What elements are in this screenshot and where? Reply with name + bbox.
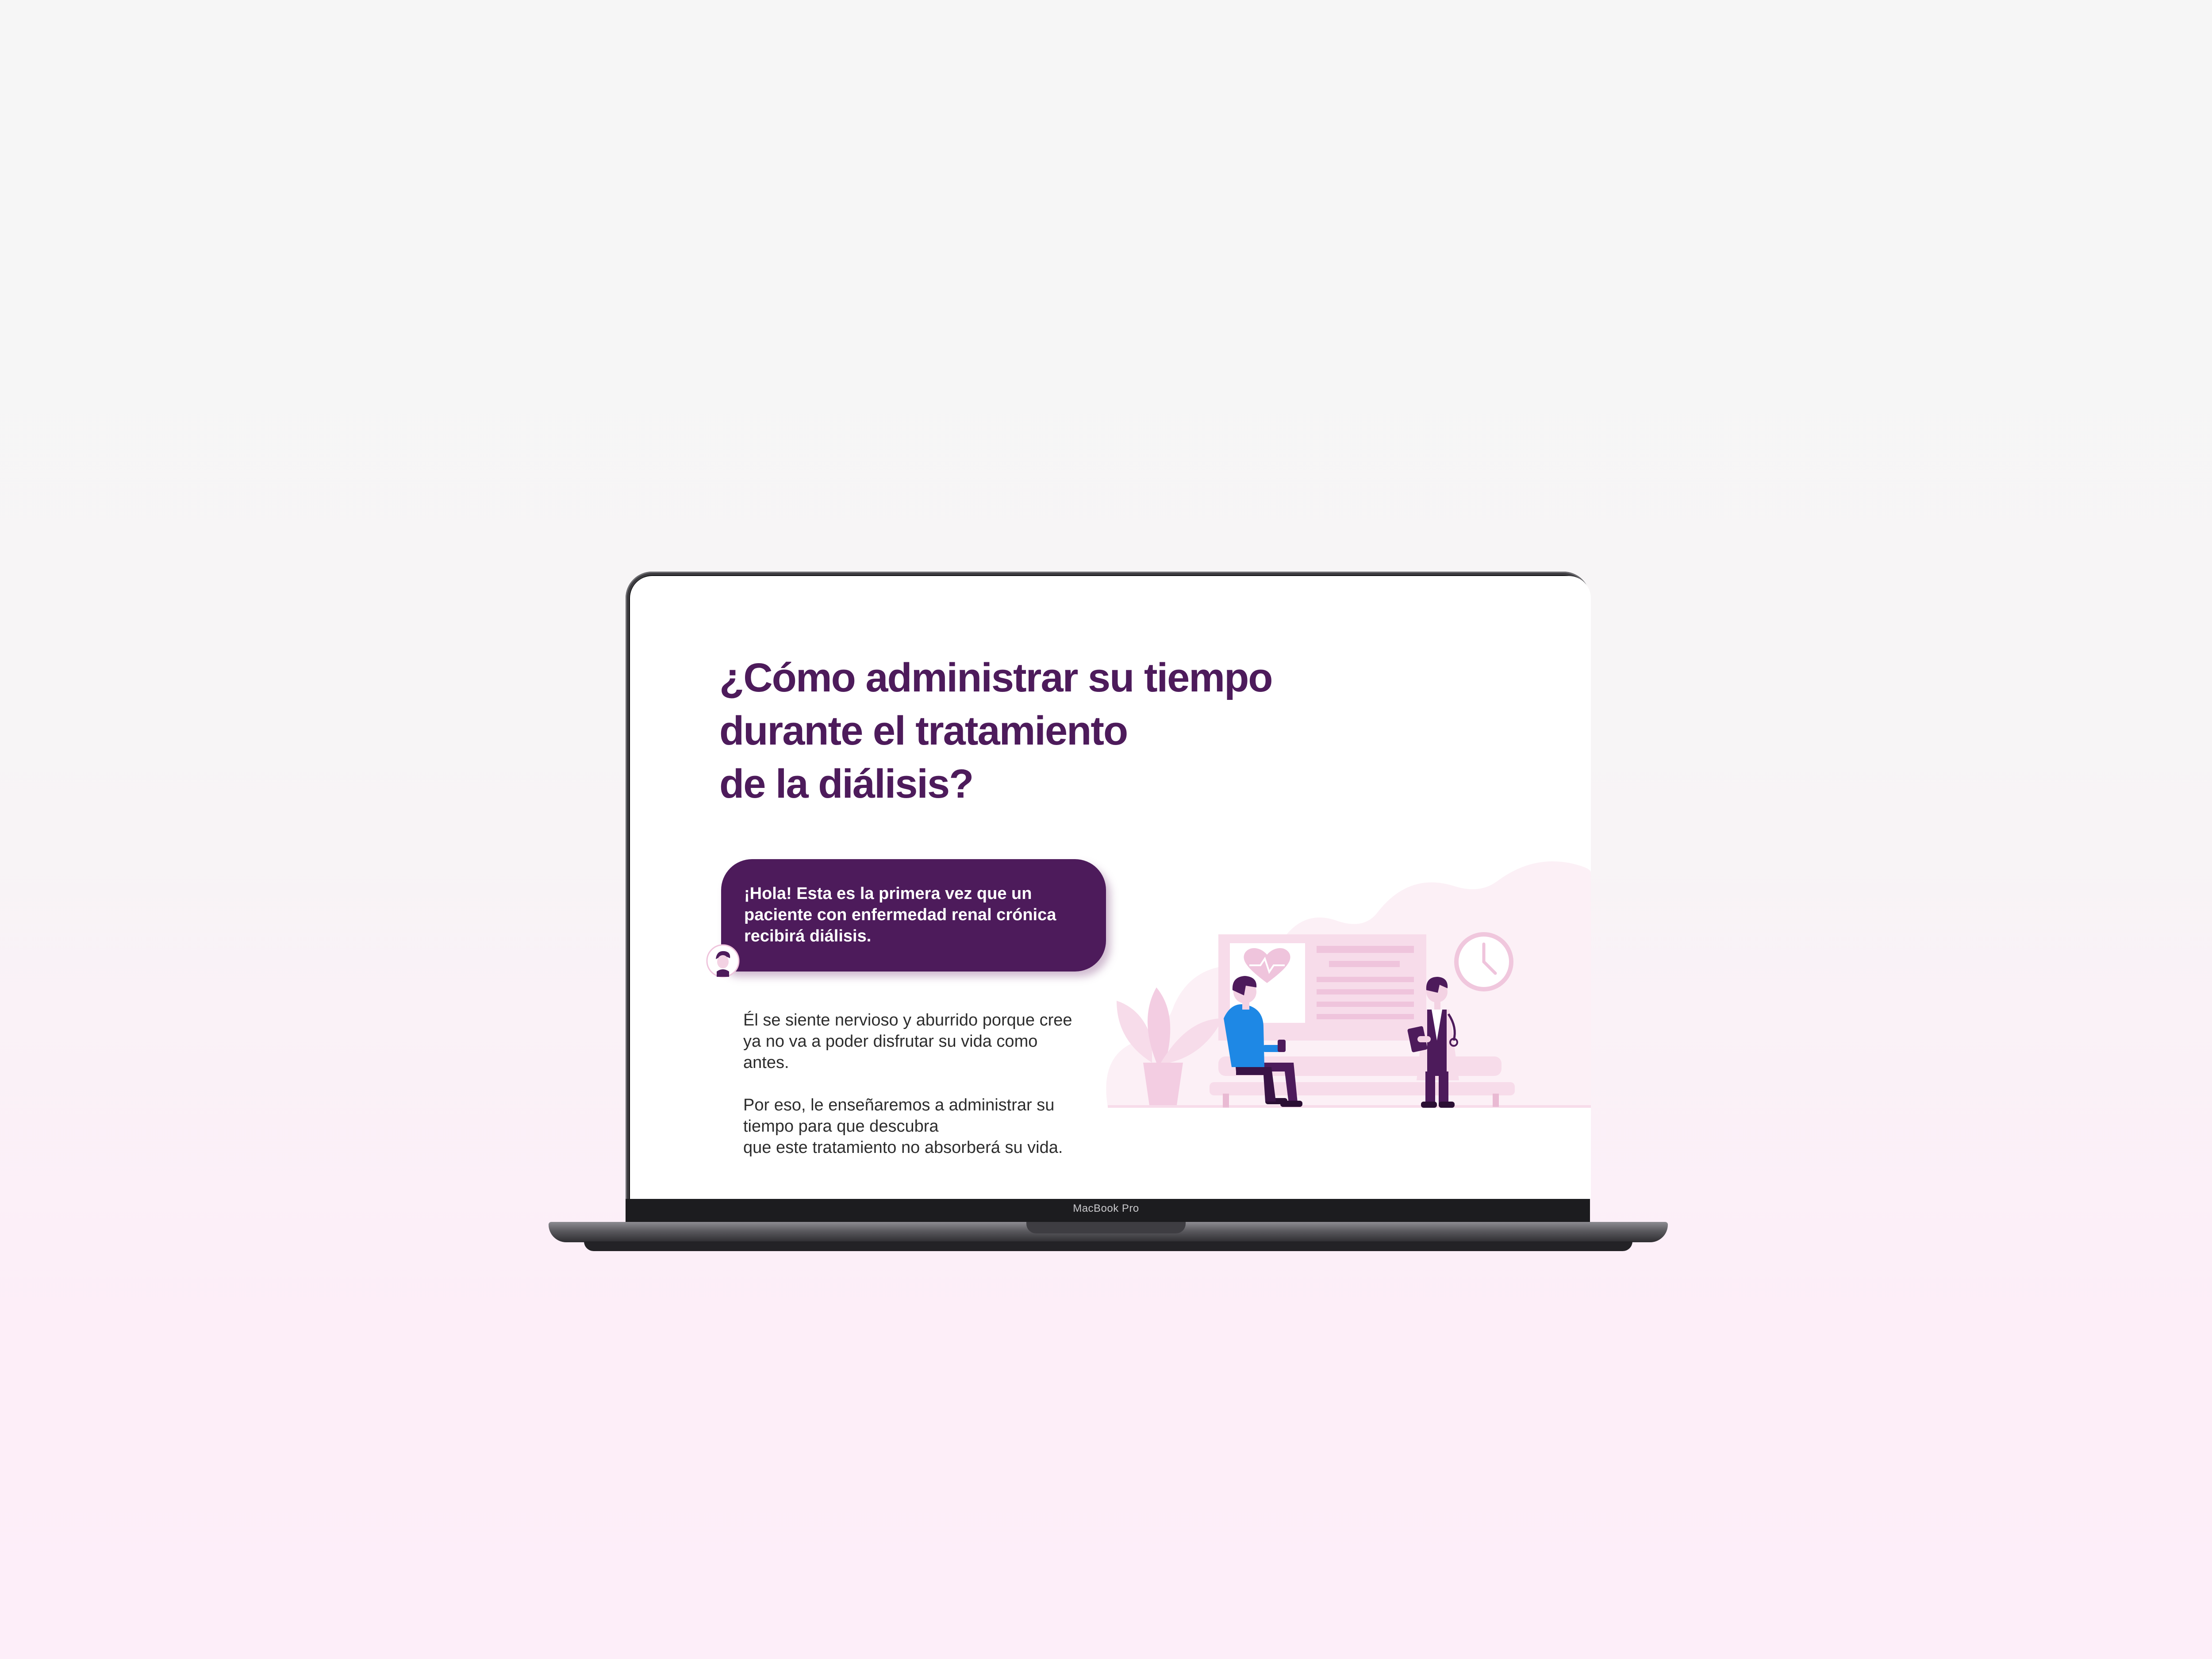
wall-clock-icon bbox=[1454, 932, 1513, 991]
intro-paragraph-2: Por eso, le enseñaremos a administrar su… bbox=[743, 1094, 1106, 1158]
paragraph-1-line-2: ya no va a poder disfrutar su vida como bbox=[743, 1032, 1038, 1051]
laptop-base-shadow bbox=[584, 1241, 1632, 1251]
title-line-1: ¿Cómo administrar su tiempo bbox=[719, 655, 1273, 700]
page-title: ¿Cómo administrar su tiempo durante el t… bbox=[719, 651, 1273, 810]
paragraph-2-line-3: que este tratamiento no absorberá su vid… bbox=[743, 1138, 1063, 1157]
bubble-line-2: paciente con enfermedad renal crónica bbox=[744, 906, 1056, 924]
laptop-screen: ¿Cómo administrar su tiempo durante el t… bbox=[630, 576, 1591, 1199]
clinic-waiting-room-illustration bbox=[1106, 861, 1591, 1108]
intro-body-text: Él se siente nervioso y aburrido porque … bbox=[743, 1010, 1106, 1179]
bubble-line-3: recibirá diálisis. bbox=[744, 927, 872, 945]
greeting-speech-bubble: ¡Hola! Esta es la primera vez que un pac… bbox=[721, 859, 1106, 972]
paragraph-2-line-2: tiempo para que descubra bbox=[743, 1117, 939, 1136]
paragraph-2-line-1: Por eso, le enseñaremos a administrar su bbox=[743, 1096, 1055, 1114]
paragraph-1-line-1: Él se siente nervioso y aburrido porque … bbox=[743, 1011, 1072, 1029]
intro-paragraph-1: Él se siente nervioso y aburrido porque … bbox=[743, 1010, 1106, 1073]
paragraph-1-line-3: antes. bbox=[743, 1053, 789, 1072]
title-line-2: durante el tratamiento bbox=[719, 708, 1128, 753]
bubble-line-1: ¡Hola! Esta es la primera vez que un bbox=[744, 884, 1032, 903]
device-label: MacBook Pro bbox=[1073, 1202, 1139, 1214]
patient-avatar-icon bbox=[706, 944, 740, 978]
title-line-3: de la diálisis? bbox=[719, 761, 974, 806]
laptop-notch bbox=[1026, 1222, 1186, 1233]
